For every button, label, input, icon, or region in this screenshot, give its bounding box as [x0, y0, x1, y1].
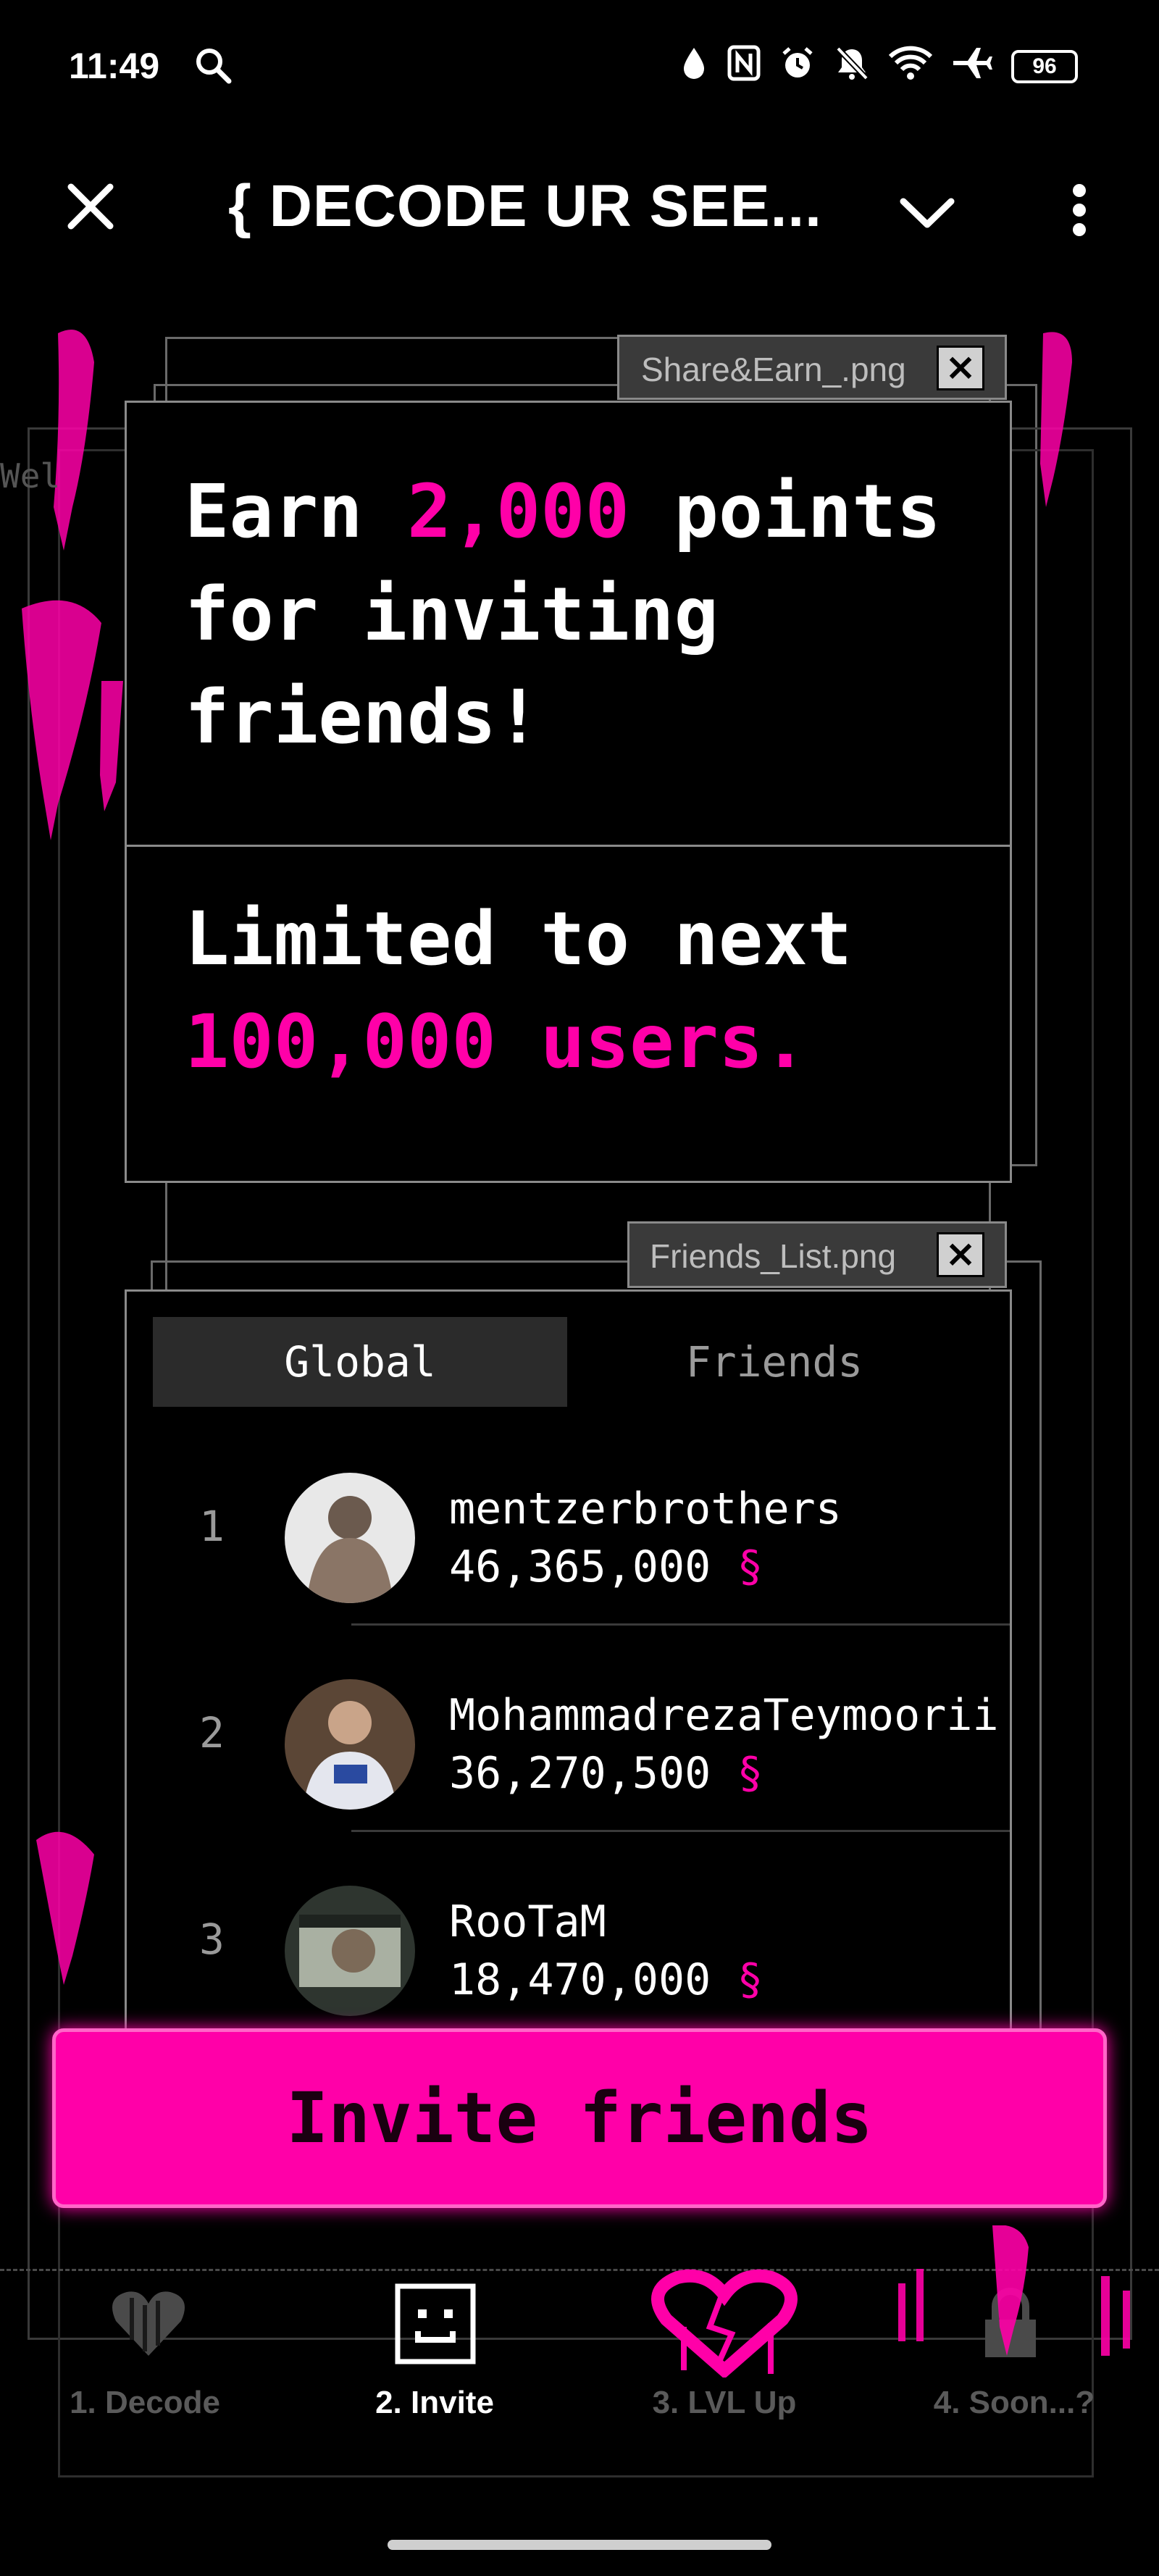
score-value: 36,270,500	[449, 1748, 711, 1799]
leaderboard-panel: Global Friends 1 mentzerbrothers 46,365,…	[125, 1289, 1012, 2050]
smiley-icon	[395, 2283, 476, 2364]
row-divider	[351, 1623, 1010, 1626]
close-icon[interactable]	[58, 174, 123, 239]
limit-prefix: Limited to next	[185, 896, 853, 982]
status-icons: 96	[679, 45, 1078, 88]
leaderboard-row[interactable]: 3 RooTaM 18,470,000 §	[127, 1846, 1010, 2048]
leaderboard-row[interactable]: 1 mentzerbrothers 46,365,000 §	[127, 1433, 1010, 1639]
invite-friends-button[interactable]: Invite friends	[52, 2028, 1107, 2208]
leaderboard-row[interactable]: 2 MohammadrezaTeymoorii 36,270,500 §	[127, 1639, 1010, 1846]
nav-item-invite[interactable]: 2. Invite	[304, 2269, 565, 2443]
currency-icon: §	[737, 1542, 763, 1592]
avatar	[285, 1679, 415, 1810]
mute-icon	[834, 45, 869, 89]
share-window-label: Share&Earn_.png	[641, 351, 906, 388]
limit-highlight: 100,000 users.	[185, 999, 808, 1085]
nav-label: 1. Decode	[70, 2385, 220, 2420]
nav-label: 3. LVL Up	[652, 2385, 797, 2420]
drop-icon	[679, 45, 708, 89]
score: 46,365,000 §	[449, 1542, 763, 1592]
tab-friends[interactable]: Friends	[567, 1317, 982, 1407]
nav-item-soon[interactable]: 4. Soon...?	[884, 2225, 1145, 2443]
username: MohammadrezaTeymoorii	[449, 1690, 999, 1741]
nav-item-lvl-up[interactable]: 3. LVL Up	[594, 2269, 855, 2443]
score-value: 46,365,000	[449, 1542, 711, 1592]
chevron-down-icon[interactable]	[895, 181, 960, 246]
score-value: 18,470,000	[449, 1954, 711, 2005]
battery-level: 96	[1032, 54, 1057, 78]
nav-item-decode[interactable]: 1. Decode	[14, 2269, 275, 2443]
broken-heart-icon	[637, 2269, 811, 2379]
username: RooTaM	[449, 1897, 606, 1947]
score: 36,270,500 §	[449, 1748, 763, 1799]
status-time: 11:49	[69, 46, 160, 86]
earn-amount: 2,000	[407, 469, 630, 555]
earn-prefix: Earn	[185, 469, 408, 555]
close-window-icon[interactable]: ×	[937, 346, 984, 390]
share-panel: Earn 2,000 points for inviting friends! …	[125, 401, 1012, 1183]
nav-label-active: 2. Invite	[375, 2385, 494, 2420]
score: 18,470,000 §	[449, 1954, 763, 2005]
panel-divider	[127, 845, 1010, 847]
avatar	[285, 1473, 415, 1603]
rank-number: 1	[199, 1502, 225, 1551]
search-icon	[194, 46, 232, 84]
more-vert-icon[interactable]	[1058, 177, 1101, 243]
heart-icon	[109, 2283, 188, 2363]
rank-number: 3	[199, 1915, 225, 1964]
limit-text: Limited to next 100,000 users.	[185, 888, 982, 1094]
airplane-icon	[952, 45, 992, 89]
wifi-icon	[888, 45, 933, 89]
graffiti-decoration	[898, 2225, 1130, 2356]
avatar	[285, 1886, 415, 2016]
decor-window-fragment: Wel	[0, 456, 61, 495]
nfc-icon	[727, 45, 761, 89]
battery-icon: 96	[1011, 50, 1078, 83]
bottom-nav: 1. Decode 2. Invite 3. LVL Up 4. Soon...…	[0, 2225, 1159, 2443]
nav-label: 4. Soon...?	[933, 2385, 1095, 2420]
tab-global[interactable]: Global	[153, 1317, 567, 1407]
username: mentzerbrothers	[449, 1484, 842, 1534]
earn-points-text: Earn 2,000 points for inviting friends!	[185, 461, 982, 769]
friends-window-label: Friends_List.png	[650, 1237, 897, 1275]
share-window-tab: Share&Earn_.png ×	[617, 335, 1007, 400]
rank-number: 2	[199, 1708, 225, 1757]
currency-icon: §	[737, 1748, 763, 1799]
status-bar: 11:49 96	[0, 0, 1159, 138]
row-divider	[351, 1830, 1010, 1832]
friends-window-tab: Friends_List.png ×	[627, 1221, 1007, 1288]
alarm-icon	[779, 45, 816, 89]
currency-icon: §	[737, 1954, 763, 2005]
page-title: { DECODE UR SEE...	[228, 173, 822, 239]
close-window-icon[interactable]: ×	[937, 1232, 984, 1277]
home-indicator[interactable]	[388, 2540, 771, 2550]
